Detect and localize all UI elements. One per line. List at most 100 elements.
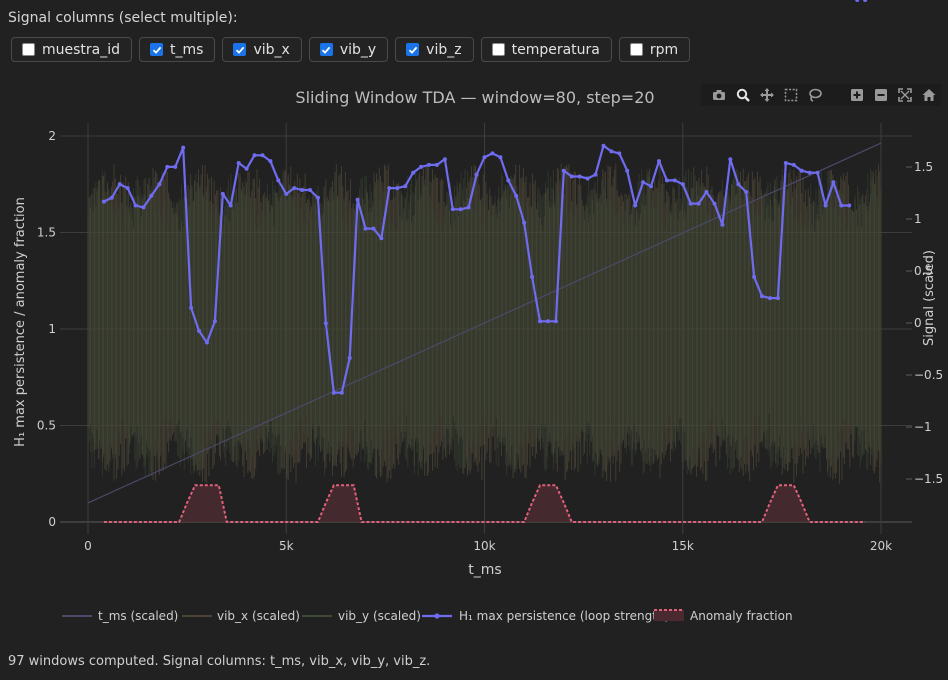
persistence-point xyxy=(657,159,661,164)
persistence-point xyxy=(783,161,788,165)
legend-swatch xyxy=(654,610,684,621)
persistence-point xyxy=(553,319,558,324)
chart-legend[interactable]: t_ms (scaled) vib_x (scaled) vib_y (scaled… xyxy=(62,609,793,623)
x-tick-label: 15k xyxy=(672,539,694,553)
y2-tick-label: 1.5 xyxy=(914,160,933,174)
persistence-point xyxy=(585,176,590,181)
persistence-point xyxy=(815,170,820,175)
persistence-point xyxy=(204,340,209,345)
y2-tick-label: −0.5 xyxy=(914,368,943,382)
persistence-point xyxy=(284,191,289,196)
persistence-point xyxy=(197,328,201,333)
y2-tick-label: 1 xyxy=(914,212,922,226)
persistence-point xyxy=(704,190,709,194)
persistence-point xyxy=(680,182,685,187)
persistence-point xyxy=(807,170,812,175)
autoscale-icon[interactable] xyxy=(895,85,915,105)
persistence-point xyxy=(363,226,368,231)
persistence-point xyxy=(775,296,780,301)
persistence-point xyxy=(125,186,130,191)
legend-label: t_ms (scaled) xyxy=(98,609,178,623)
persistence-point xyxy=(236,161,241,165)
y2-tick-label: 0 xyxy=(914,316,922,330)
persistence-point xyxy=(514,193,519,198)
legend-item[interactable]: Anomaly fraction xyxy=(654,609,793,623)
persistence-point xyxy=(799,168,804,173)
persistence-point xyxy=(276,178,281,183)
persistence-point xyxy=(720,222,725,227)
persistence-point xyxy=(609,149,614,154)
persistence-point xyxy=(625,168,630,173)
persistence-point xyxy=(133,203,138,208)
persistence-point xyxy=(101,199,106,204)
persistence-point xyxy=(760,294,764,299)
x-tick-label: 20k xyxy=(870,539,892,553)
persistence-point xyxy=(419,164,424,169)
y-tick-label: 0.5 xyxy=(37,419,56,433)
persistence-point xyxy=(252,153,257,158)
legend-label: H₁ max persistence (loop strength) xyxy=(459,609,669,623)
chart-title: Sliding Window TDA — window=80, step=20 xyxy=(295,88,654,107)
reset-icon[interactable] xyxy=(919,85,939,105)
persistence-point xyxy=(522,220,527,225)
persistence-point xyxy=(545,319,550,324)
persistence-point xyxy=(427,162,431,167)
persistence-point xyxy=(411,170,416,175)
x-axis-label: t_ms xyxy=(468,562,501,578)
y2-tick-label: −1 xyxy=(914,420,932,434)
persistence-point xyxy=(855,0,860,2)
persistence-point xyxy=(292,186,297,191)
persistence-point xyxy=(498,155,503,160)
persistence-point xyxy=(165,164,170,169)
persistence-point xyxy=(173,164,178,169)
persistence-point xyxy=(442,157,447,162)
persistence-point xyxy=(466,205,471,210)
legend-label: vib_x (scaled) xyxy=(217,609,300,623)
persistence-point xyxy=(593,172,598,177)
y-axis-label: H₁ max persistence / anomaly fraction xyxy=(13,197,28,447)
persistence-point xyxy=(371,226,376,231)
legend-label: Anomaly fraction xyxy=(690,609,793,623)
zoom-in-icon[interactable] xyxy=(847,85,867,105)
lasso-icon[interactable] xyxy=(805,85,825,105)
zoom-icon[interactable] xyxy=(733,85,753,105)
persistence-point xyxy=(641,180,646,185)
persistence-point xyxy=(482,155,487,160)
persistence-point xyxy=(181,145,186,150)
persistence-point xyxy=(474,172,479,177)
persistence-point xyxy=(141,205,146,210)
persistence-point xyxy=(617,151,622,156)
persistence-point xyxy=(212,319,217,324)
persistence-point xyxy=(220,191,225,196)
persistence-point xyxy=(664,178,669,183)
legend-item[interactable]: vib_y (scaled) xyxy=(302,609,421,623)
persistence-point xyxy=(268,159,273,164)
persistence-point xyxy=(538,319,542,324)
y2-tick-label: −1.5 xyxy=(914,472,943,486)
legend-item[interactable]: H₁ max persistence (loop strength) xyxy=(422,609,669,623)
legend-item[interactable]: vib_x (scaled) xyxy=(182,609,300,623)
persistence-point xyxy=(791,162,796,167)
persistence-point xyxy=(387,186,392,191)
y-tick-label: 0 xyxy=(48,515,56,529)
persistence-point xyxy=(569,174,574,179)
zoom-out-icon[interactable] xyxy=(871,85,891,105)
persistence-point xyxy=(744,190,749,194)
persistence-point xyxy=(863,0,868,2)
persistence-point xyxy=(355,197,360,202)
persistence-point xyxy=(300,188,305,192)
box-select-icon[interactable] xyxy=(781,85,801,105)
persistence-point xyxy=(601,143,606,148)
signal-traces xyxy=(87,163,882,484)
persistence-point xyxy=(530,274,535,279)
persistence-point xyxy=(189,305,194,310)
legend-item[interactable]: t_ms (scaled) xyxy=(62,609,178,623)
pan-icon[interactable] xyxy=(757,85,777,105)
persistence-point xyxy=(379,236,384,241)
x-tick-label: 10k xyxy=(473,539,495,553)
chart-modebar xyxy=(701,84,941,106)
persistence-point xyxy=(633,203,638,208)
x-tick-label: 5k xyxy=(279,539,294,553)
persistence-point xyxy=(823,203,828,208)
camera-icon[interactable] xyxy=(709,85,729,105)
